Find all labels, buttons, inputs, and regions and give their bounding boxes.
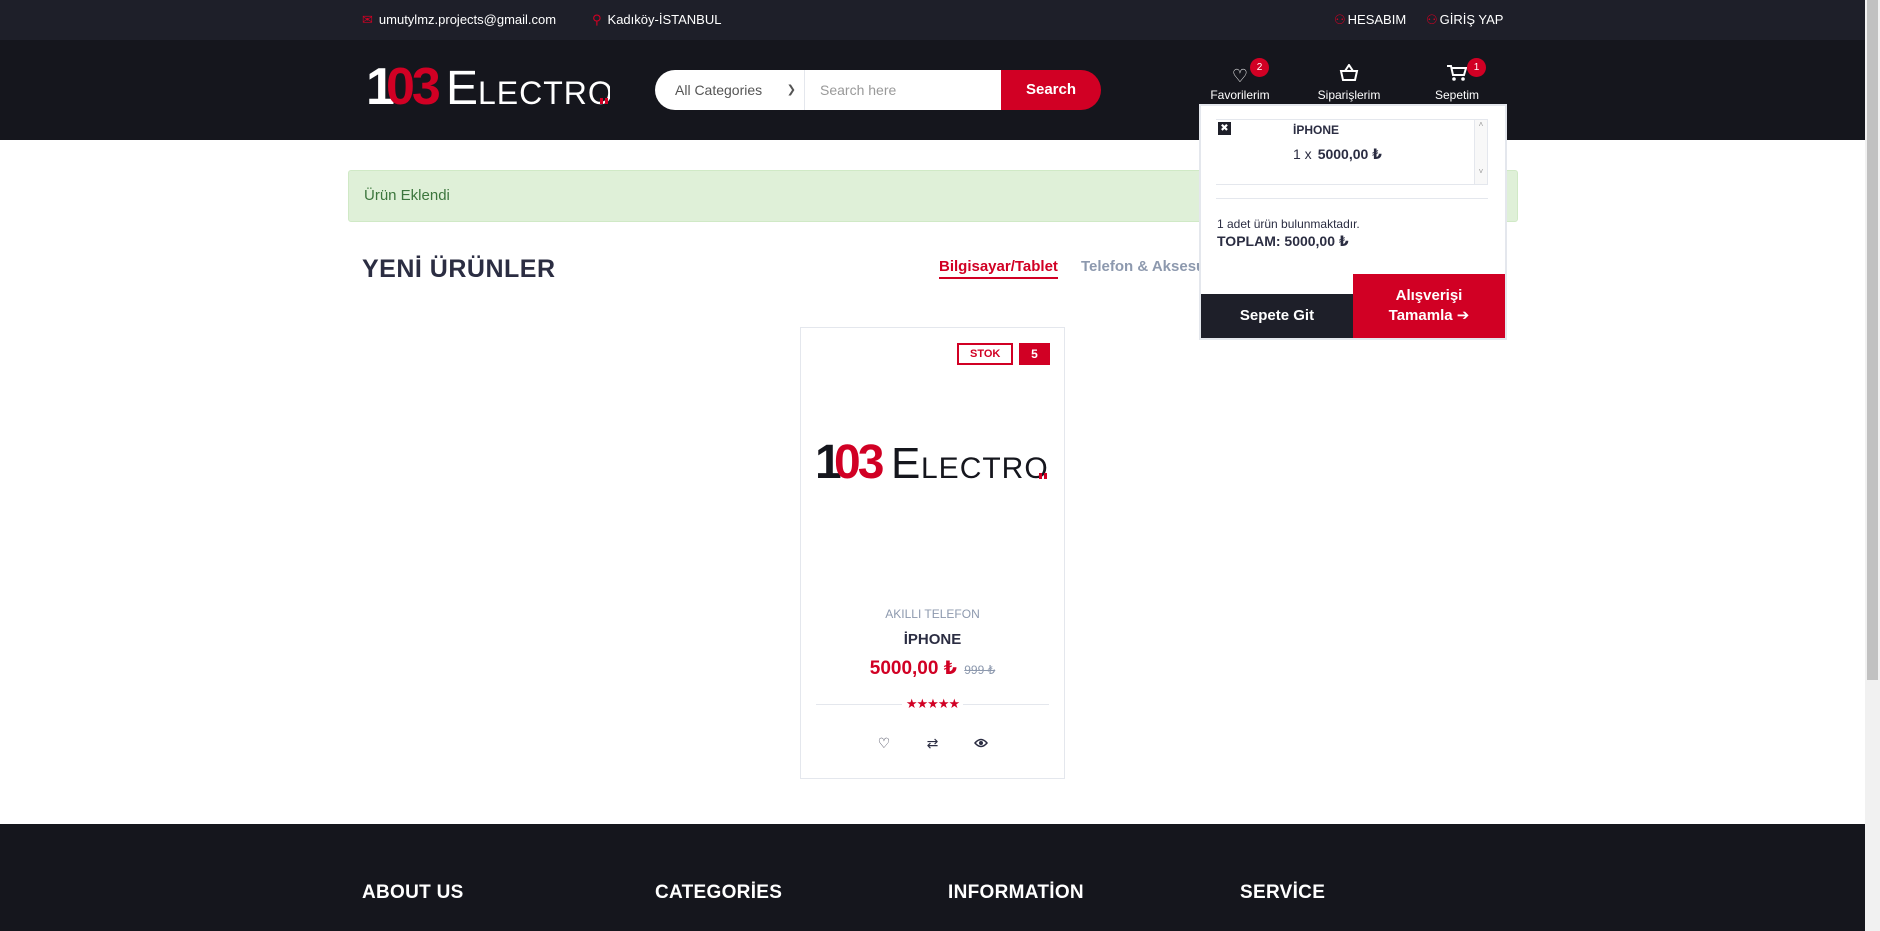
- footer-heading-about: ABOUT US: [362, 882, 464, 903]
- checkout-label-line2: Tamamla ➔: [1388, 307, 1470, 324]
- svg-text:03: 03: [386, 58, 440, 116]
- arrow-circle-right-icon: ➔: [1456, 307, 1470, 324]
- cart-item-price: 5000,00 ₺: [1317, 146, 1382, 162]
- top-bar: ✉ umutylmz.projects@gmail.com ⚲ Kadıköy-İS…: [0, 0, 1865, 40]
- favorites-label: Favorilerim: [1210, 88, 1270, 102]
- basket-icon: [1299, 63, 1399, 88]
- exchange-icon: ⇄: [926, 735, 939, 751]
- page-scrollbar[interactable]: [1865, 0, 1880, 931]
- heart-icon: ♡: [1231, 66, 1249, 86]
- eye-icon: [973, 735, 988, 751]
- go-to-cart-button[interactable]: Sepete Git: [1201, 294, 1353, 338]
- cart-item-list: ✖ İPHONE 1 x 5000,00 ₺ ˄ ˅: [1216, 119, 1488, 185]
- product-image[interactable]: 1 03 E LECTRO: [815, 433, 1051, 489]
- wishlist-button[interactable]: ♡: [862, 735, 906, 752]
- cart-dropdown: ✖ İPHONE 1 x 5000,00 ₺ ˄ ˅ 1 adet ürün bu…: [1201, 106, 1505, 338]
- stock-count: 5: [1019, 343, 1050, 365]
- user-icon: ⚇: [1426, 12, 1438, 27]
- category-selected: All Categories: [675, 82, 763, 98]
- map-marker-icon: ⚲: [592, 12, 602, 27]
- account-link[interactable]: ⚇ HESABIM: [1334, 0, 1406, 40]
- chevron-up-icon[interactable]: ˄: [1475, 120, 1487, 129]
- cart-link[interactable]: Sepetim 1: [1407, 58, 1507, 102]
- quickview-button[interactable]: [959, 735, 1003, 751]
- header-location[interactable]: ⚲ Kadıköy-İSTANBUL: [592, 0, 721, 40]
- location-text: Kadıköy-İSTANBUL: [607, 12, 722, 27]
- stock-label: STOK: [957, 343, 1014, 365]
- heart-icon: ♡: [877, 735, 891, 751]
- product-current-price: 5000,00 ₺: [869, 658, 957, 679]
- login-label: GİRİŞ YAP: [1439, 12, 1504, 27]
- compare-button[interactable]: ⇄: [911, 735, 955, 752]
- cart-item-qty-price: 1 x 5000,00 ₺: [1293, 146, 1382, 163]
- cart-item-qty: 1 x: [1293, 146, 1312, 162]
- footer-heading-information: INFORMATİON: [948, 882, 1084, 903]
- star-rating-icons: ★★★★★: [901, 696, 964, 711]
- product-price: 5000,00 ₺ 999 ₺: [801, 657, 1064, 680]
- product-rating: ★★★★★: [801, 696, 1064, 712]
- svg-text:03: 03: [834, 436, 883, 489]
- cart-total: TOPLAM: 5000,00 ₺: [1217, 233, 1349, 249]
- email-text: umutylmz.projects@gmail.com: [378, 12, 557, 27]
- user-icon: ⚇: [1334, 12, 1346, 27]
- svg-text:LECTRO: LECTRO: [921, 452, 1049, 485]
- footer-heading-categories: CATEGORİES: [655, 882, 783, 903]
- scrollbar-thumb[interactable]: [1867, 0, 1878, 680]
- search-form: All Categories ❯ Search: [655, 70, 1101, 110]
- search-button[interactable]: Search: [1001, 70, 1101, 110]
- chevron-down-icon: ❯: [786, 84, 796, 96]
- product-actions: ♡ ⇄: [801, 735, 1064, 753]
- favorites-count-badge: 2: [1250, 58, 1269, 77]
- svg-text:LECTRO: LECTRO: [478, 75, 610, 111]
- main-header: 1 03 E LECTRO All Categories ❯ Search ♡ …: [0, 40, 1865, 140]
- cart-item-name[interactable]: İPHONE: [1293, 123, 1339, 137]
- svg-text:E: E: [891, 439, 920, 488]
- cart-item-count: 1 adet ürün bulunmaktadır.: [1217, 217, 1360, 231]
- cart-icon: [1407, 64, 1507, 88]
- svg-text:E: E: [446, 62, 478, 115]
- category-select[interactable]: All Categories ❯: [655, 70, 805, 110]
- section-title: YENİ ÜRÜNLER: [362, 255, 556, 283]
- search-input[interactable]: [805, 70, 1001, 110]
- account-label: HESABIM: [1347, 12, 1407, 27]
- checkout-button[interactable]: Alışverişi Tamamla ➔: [1353, 274, 1505, 338]
- product-card[interactable]: STOK 5 1 03 E LECTRO AKILLI TELEFON İPHO…: [800, 327, 1065, 779]
- orders-link[interactable]: Siparişlerim: [1299, 63, 1399, 102]
- checkout-label-line1: Alışverişi: [1395, 287, 1463, 304]
- product-category: AKILLI TELEFON: [885, 607, 980, 621]
- cart-label: Sepetim: [1434, 88, 1480, 102]
- favorites-link[interactable]: ♡ Favorilerim 2: [1190, 58, 1290, 102]
- orders-label: Siparişlerim: [1317, 88, 1381, 102]
- product-old-price: 999 ₺: [964, 663, 996, 677]
- cart-list-scrollbar[interactable]: ˄ ˅: [1474, 120, 1487, 184]
- site-logo[interactable]: 1 03 E LECTRO: [366, 56, 610, 116]
- login-link[interactable]: ⚇ GİRİŞ YAP: [1426, 0, 1503, 40]
- divider: [1216, 198, 1488, 199]
- footer-heading-service: SERVİCE: [1240, 882, 1326, 903]
- footer: ABOUT US CATEGORİES INFORMATİON SERVİCE: [0, 824, 1865, 931]
- header-email[interactable]: ✉ umutylmz.projects@gmail.com: [362, 0, 556, 40]
- tab-computers[interactable]: Bilgisayar/Tablet: [939, 258, 1058, 279]
- product-name[interactable]: İPHONE: [801, 631, 1064, 648]
- close-icon[interactable]: ✖: [1218, 122, 1231, 135]
- envelope-icon: ✉: [362, 12, 373, 27]
- chevron-down-icon[interactable]: ˅: [1475, 167, 1487, 176]
- cart-count-badge: 1: [1467, 58, 1486, 77]
- tab-phones[interactable]: Telefon & Aksesuar: [1081, 258, 1219, 275]
